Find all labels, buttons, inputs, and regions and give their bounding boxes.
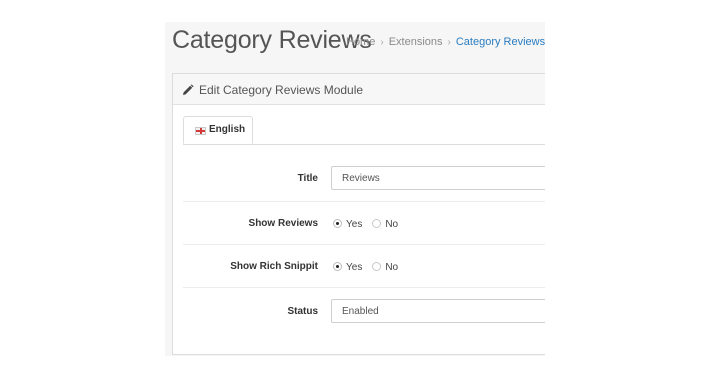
status-select[interactable]: Enabled xyxy=(331,299,545,323)
form-row-show-reviews: Show Reviews Yes No xyxy=(183,201,545,245)
show-rich-snippit-no-radio[interactable] xyxy=(372,262,382,271)
show-rich-snippit-yes-radio[interactable] xyxy=(333,262,342,271)
breadcrumb: Home › Extensions › Category Reviews xyxy=(346,35,545,50)
language-tabs: English xyxy=(183,116,545,145)
title-input[interactable]: Reviews xyxy=(331,166,545,190)
edit-module-panel: Edit Category Reviews Module English Tit… xyxy=(172,73,545,355)
breadcrumb-extensions[interactable]: Extensions xyxy=(389,36,443,48)
show-reviews-yes-radio[interactable] xyxy=(333,219,342,228)
title-label: Title xyxy=(297,173,318,184)
breadcrumb-separator: › xyxy=(447,37,451,48)
radio-label-no: No xyxy=(385,262,399,273)
uk-flag-icon xyxy=(195,127,206,135)
form-row-show-rich-snippit: Show Rich Snippit Yes No xyxy=(183,244,545,288)
status-label: Status xyxy=(287,306,318,317)
show-reviews-radio-group: Yes No xyxy=(333,219,408,230)
tab-label: English xyxy=(209,124,246,135)
panel-heading: Edit Category Reviews Module xyxy=(173,74,545,105)
pencil-icon xyxy=(183,84,194,95)
breadcrumb-current[interactable]: Category Reviews xyxy=(456,36,545,48)
panel-title: Edit Category Reviews Module xyxy=(199,83,364,97)
radio-label-no: No xyxy=(385,219,399,230)
page-title: Category Reviews xyxy=(172,26,372,54)
title-input-value: Reviews xyxy=(342,173,380,184)
show-rich-snippit-radio-group: Yes No xyxy=(333,262,408,273)
radio-label-yes: Yes xyxy=(346,262,363,273)
show-reviews-label: Show Reviews xyxy=(248,218,318,229)
form-row-status: Status Enabled xyxy=(183,287,545,335)
form-row-title: Title Reviews xyxy=(183,156,545,202)
tab-english[interactable]: English xyxy=(183,116,253,144)
breadcrumb-home[interactable]: Home xyxy=(346,36,375,48)
show-reviews-no-radio[interactable] xyxy=(372,219,382,228)
radio-label-yes: Yes xyxy=(346,219,363,230)
breadcrumb-separator: › xyxy=(380,37,384,48)
status-select-value: Enabled xyxy=(342,306,379,317)
show-rich-snippit-label: Show Rich Snippit xyxy=(230,261,318,272)
content-area: Category Reviews Home › Extensions › Categor… xyxy=(165,22,545,356)
